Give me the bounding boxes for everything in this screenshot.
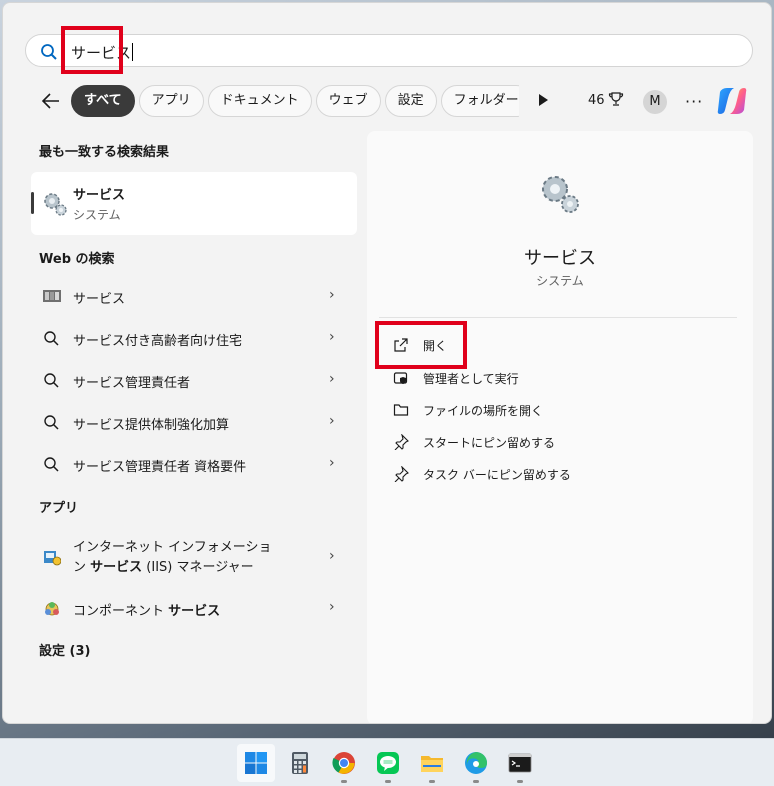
best-match-title: サービス	[73, 188, 126, 203]
chip-all[interactable]: すべて	[71, 85, 135, 117]
search-icon	[44, 373, 59, 388]
running-indicator	[473, 780, 479, 783]
chip-apps[interactable]: アプリ	[138, 85, 204, 117]
chevron-right-icon[interactable]: ›	[329, 599, 335, 615]
app-item-label: インターネット インフォメーション サービス (IIS) マネージャー	[73, 540, 272, 575]
chevron-right-icon[interactable]: ›	[329, 413, 335, 429]
search-icon	[44, 415, 59, 430]
services-gear-icon	[44, 193, 67, 216]
search-highlight-box	[61, 26, 123, 74]
trophy-icon[interactable]	[608, 91, 624, 107]
chevron-right-icon[interactable]: ›	[329, 455, 335, 471]
best-match-item[interactable]: サービス システム	[31, 172, 357, 235]
image-thumbnail-icon	[43, 290, 61, 302]
web-result-label: サービス管理責任者	[73, 376, 191, 391]
more-options-button[interactable]: ···	[685, 92, 703, 111]
divider	[379, 317, 737, 318]
open-action-highlight-box	[375, 321, 467, 369]
search-icon	[41, 44, 57, 60]
settings-header[interactable]: 設定 (3)	[39, 640, 90, 659]
app-item-label: コンポーネント サービス	[73, 604, 221, 619]
taskbar-terminal[interactable]	[501, 744, 539, 783]
taskbar-chrome[interactable]	[325, 744, 363, 783]
preview-title: サービス	[524, 248, 596, 269]
rewards-points[interactable]: 46	[588, 93, 605, 108]
taskbar	[0, 738, 774, 786]
app-item-component-services[interactable]: コンポーネント サービス ›	[31, 588, 357, 628]
web-result-item[interactable]: サービス付き高齢者向け住宅 ›	[31, 318, 357, 358]
component-services-icon	[45, 602, 59, 616]
web-result-item[interactable]: サービス提供体制強化加算 ›	[31, 402, 357, 442]
preview-subtitle: システム	[536, 274, 584, 288]
start-icon	[245, 752, 267, 774]
web-result-item[interactable]: サービス管理責任者 資格要件 ›	[31, 444, 357, 484]
chevron-right-icon[interactable]: ›	[329, 287, 335, 303]
running-indicator	[385, 780, 391, 783]
apps-header: アプリ	[39, 501, 79, 516]
iis-manager-icon	[44, 551, 61, 566]
app-item-iis[interactable]: インターネット インフォメーション サービス (IIS) マネージャー ›	[31, 536, 357, 580]
shield-icon	[393, 372, 408, 384]
calculator-icon	[292, 752, 308, 774]
chevron-right-icon[interactable]: ›	[329, 548, 335, 564]
chevron-right-icon[interactable]: ›	[329, 329, 335, 345]
search-icon	[44, 457, 59, 472]
start-button[interactable]	[237, 744, 275, 782]
web-result-label: サービス提供体制強化加算	[73, 418, 230, 433]
web-result-item[interactable]: サービス ›	[31, 276, 357, 316]
selection-indicator	[31, 192, 34, 214]
web-search-header: Web の検索	[39, 252, 115, 267]
search-icon	[44, 331, 59, 346]
file-explorer-icon	[421, 756, 443, 772]
filter-chips: すべて アプリ ドキュメント ウェブ 設定 フォルダー	[71, 85, 519, 117]
running-indicator	[341, 780, 347, 783]
web-result-item[interactable]: サービス管理責任者 ›	[31, 360, 357, 400]
web-result-label: サービス付き高齢者向け住宅	[73, 334, 243, 349]
search-box[interactable]: サービス	[25, 34, 753, 67]
account-avatar[interactable]: M	[643, 90, 667, 114]
chip-documents[interactable]: ドキュメント	[207, 85, 312, 117]
best-match-header: 最も一致する検索結果	[39, 145, 170, 160]
chevron-right-icon[interactable]: ›	[329, 371, 335, 387]
folder-icon	[393, 404, 409, 416]
back-arrow-icon[interactable]	[39, 89, 63, 113]
taskbar-edge[interactable]	[457, 744, 495, 783]
line-icon	[377, 752, 399, 774]
edge-icon	[465, 752, 487, 774]
running-indicator	[429, 780, 435, 783]
chip-folders[interactable]: フォルダー	[440, 85, 519, 117]
start-search-panel: サービス すべて アプリ ドキュメント ウェブ 設定 フォルダー 46 M ··· 最も一…	[2, 2, 772, 724]
taskbar-calculator[interactable]	[281, 744, 319, 782]
taskbar-file-explorer[interactable]	[413, 744, 451, 783]
scroll-right-icon[interactable]	[539, 94, 548, 106]
taskbar-line[interactable]	[369, 744, 407, 783]
preview-pane: サービス システム 開く 管理者として実行 ファイルの場所を開く スタートにピン…	[367, 131, 753, 723]
pin-icon	[394, 466, 409, 482]
terminal-icon	[508, 753, 532, 773]
chip-settings[interactable]: 設定	[384, 85, 437, 117]
running-indicator	[517, 780, 523, 783]
pin-icon	[394, 434, 409, 450]
best-match-subtitle: システム	[73, 208, 121, 222]
services-gear-icon	[542, 176, 579, 213]
copilot-icon[interactable]	[716, 86, 748, 116]
web-result-label: サービス	[73, 292, 126, 307]
chrome-icon	[332, 752, 355, 774]
web-result-label: サービス管理責任者 資格要件	[73, 460, 247, 475]
chip-web[interactable]: ウェブ	[315, 85, 381, 117]
